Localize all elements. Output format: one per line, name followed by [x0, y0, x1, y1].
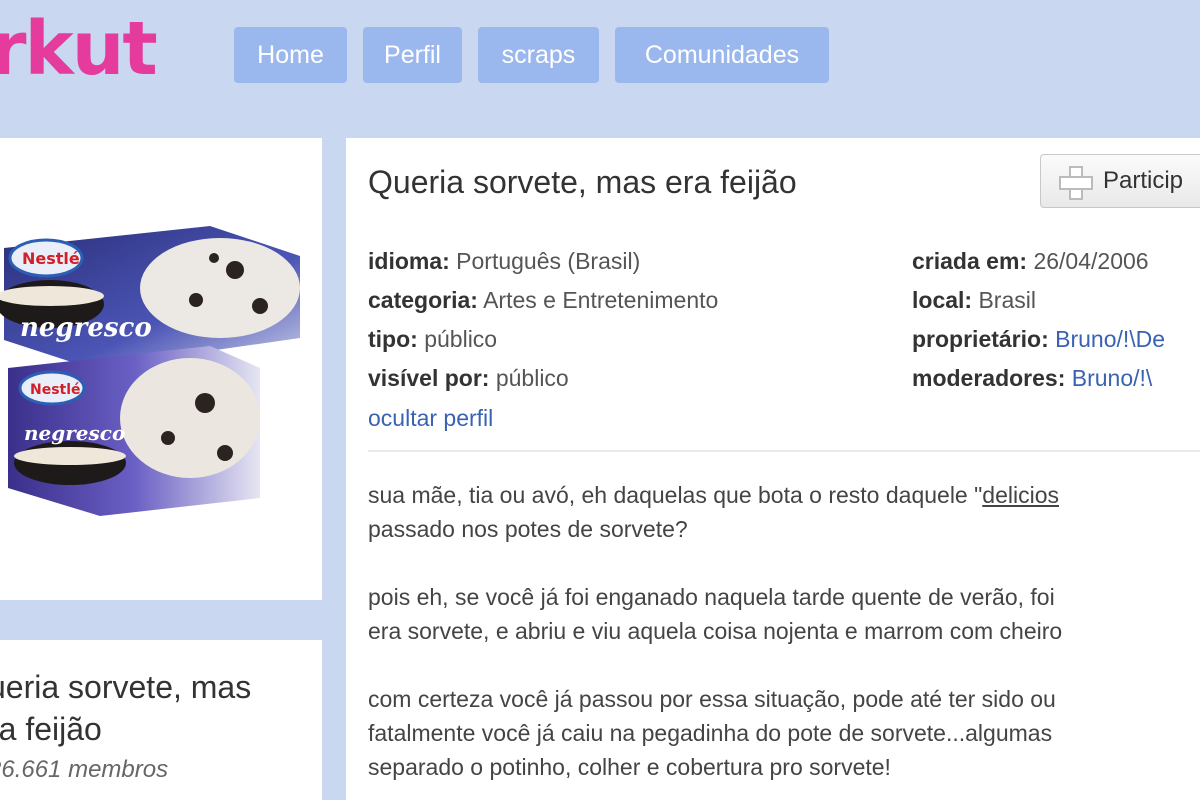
plus-icon	[1059, 166, 1093, 200]
description-text: sua mãe, tia ou avó, eh daquelas que bot…	[368, 482, 983, 508]
property-value: Brasil	[978, 287, 1036, 313]
property-key: criada em:	[912, 248, 1028, 274]
property-row: criada em: 26/04/2006	[912, 242, 1165, 281]
property-key: categoria:	[368, 287, 478, 313]
description-line: sua mãe, tia ou avó, eh daquelas que bot…	[368, 478, 1059, 512]
main-nav: Home Perfil scraps Comunidades	[234, 27, 829, 83]
community-name[interactable]: ueria sorvete, mas ra feijão	[0, 666, 251, 750]
property-row: idioma: Português (Brasil)	[368, 242, 718, 281]
product-name: negresco	[20, 313, 152, 343]
property-key: local:	[912, 287, 973, 313]
property-value: Português (Brasil)	[456, 248, 641, 274]
description-line: fatalmente você já caiu na pegadinha do …	[368, 720, 1053, 746]
moderators-link[interactable]: Bruno/!\	[1072, 365, 1153, 391]
nav-comunidades-button[interactable]: Comunidades	[615, 27, 829, 83]
description-line: com certeza você já passou por essa situ…	[368, 686, 1056, 712]
community-name-line2[interactable]: ra feijão	[0, 708, 251, 750]
community-name-line1[interactable]: ueria sorvete, mas	[0, 666, 251, 708]
divider	[368, 450, 1200, 452]
property-key: tipo:	[368, 326, 418, 352]
property-value: Artes e Entretenimento	[483, 287, 719, 313]
description-line: separado o potinho, colher e cobertura p…	[368, 754, 891, 780]
orkut-logo[interactable]: rkut	[0, 6, 158, 92]
property-row: visível por: público	[368, 359, 718, 398]
community-info-card: ueria sorvete, mas ra feijão 26.661 memb…	[0, 640, 322, 800]
properties-right: criada em: 26/04/2006 local: Brasil prop…	[912, 242, 1165, 398]
property-key: visível por:	[368, 365, 490, 391]
join-label: Particip	[1103, 167, 1184, 194]
property-row: proprietário: Bruno/!\De	[912, 320, 1165, 359]
nav-perfil-button[interactable]: Perfil	[363, 27, 462, 83]
property-key: moderadores:	[912, 365, 1066, 391]
members-count[interactable]: 26.661 membros	[0, 756, 168, 784]
nav-home-button[interactable]: Home	[234, 27, 347, 83]
owner-link[interactable]: Bruno/!\De	[1055, 326, 1165, 352]
product-name-2: negresco	[24, 421, 125, 445]
property-value: 26/04/2006	[1033, 248, 1149, 274]
top-bar: rkut Home Perfil scraps Comunidades	[0, 0, 1200, 130]
community-main-panel: Queria sorvete, mas era feijão Particip …	[346, 138, 1200, 800]
description-link[interactable]: delicios	[982, 482, 1059, 508]
description-line: era sorvete, e abriu e viu aquela coisa …	[368, 618, 1063, 644]
property-row: local: Brasil	[912, 281, 1165, 320]
properties-left: idioma: Português (Brasil) categoria: Ar…	[368, 242, 718, 398]
description-line: passado nos potes de sorvete?	[368, 516, 688, 542]
nav-scraps-button[interactable]: scraps	[478, 27, 599, 83]
ice-cream-tub-image[interactable]: Nestlé Nestlé negresco negresco	[0, 218, 310, 518]
brand-label-2: Nestlé	[30, 382, 81, 398]
property-key: idioma:	[368, 248, 450, 274]
join-community-button[interactable]: Particip	[1040, 154, 1200, 208]
page-title: Queria sorvete, mas era feijão	[368, 164, 797, 200]
hide-profile-link[interactable]: ocultar perfil	[368, 405, 493, 432]
property-row: categoria: Artes e Entretenimento	[368, 281, 718, 320]
property-key: proprietário:	[912, 326, 1049, 352]
property-row: tipo: público	[368, 320, 718, 359]
community-image-card: Nestlé Nestlé negresco negresco	[0, 138, 322, 600]
description-line: pois eh, se você já foi enganado naquela…	[368, 584, 1055, 610]
brand-label: Nestlé	[22, 249, 80, 268]
property-value: público	[424, 326, 498, 352]
property-row: moderadores: Bruno/!\	[912, 359, 1165, 398]
property-value: público	[495, 365, 569, 391]
